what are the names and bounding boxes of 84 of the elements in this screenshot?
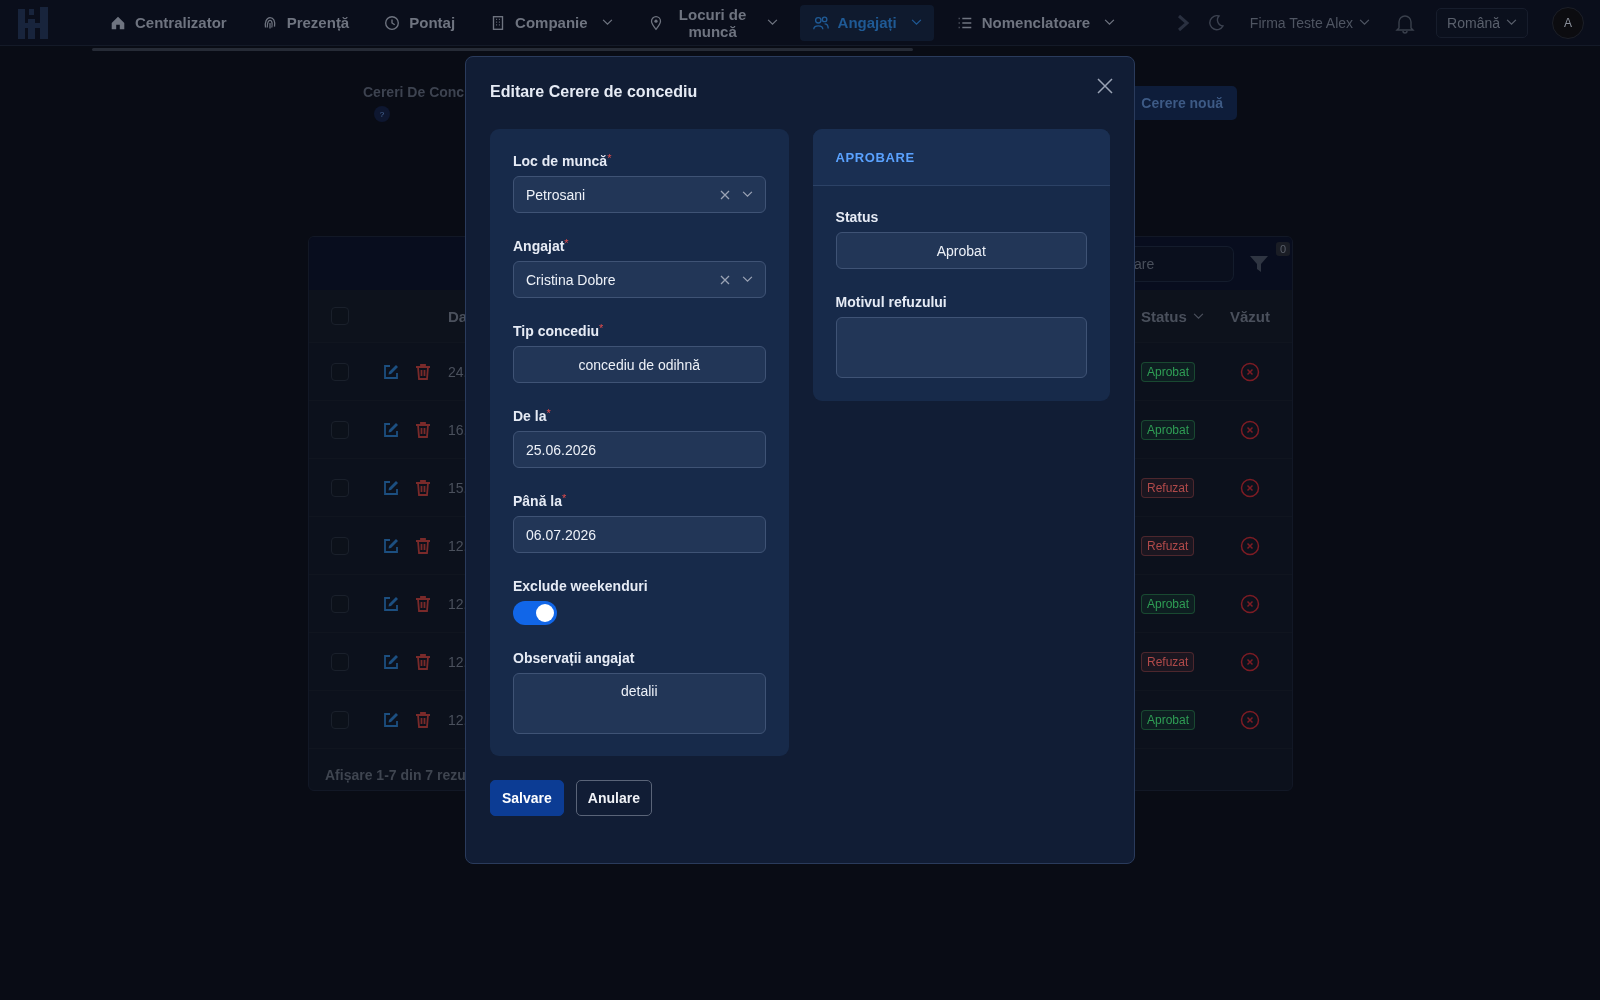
table-cell: 12. (448, 595, 466, 612)
nav-item[interactable]: Companie (477, 4, 625, 41)
select-field[interactable]: Cristina Dobre (513, 261, 766, 298)
trash-icon[interactable] (414, 536, 432, 555)
field-label: Loc de muncă (513, 153, 608, 169)
trash-icon[interactable] (414, 420, 432, 439)
edit-icon[interactable] (382, 362, 400, 381)
textarea-field[interactable]: detalii (513, 673, 766, 734)
dialog-title: Editare Cerere de concediu (490, 83, 698, 101)
save-button[interactable]: Salvare (490, 780, 564, 816)
chevron-right-icon[interactable] (1175, 13, 1190, 32)
table-cell: 15. (448, 479, 466, 496)
trash-icon[interactable] (414, 478, 432, 497)
nav-item[interactable]: Pontaj (371, 4, 468, 41)
nav-item[interactable]: Locuri de muncă (634, 4, 790, 41)
field-label: Status (835, 209, 879, 225)
users-icon (811, 13, 830, 32)
clear-icon[interactable] (719, 274, 730, 285)
trash-icon[interactable] (414, 710, 432, 729)
trash-icon[interactable] (414, 594, 432, 613)
logo-icon[interactable] (18, 6, 49, 39)
caret-icon (1506, 19, 1517, 26)
select-field[interactable]: Petrosani (513, 176, 766, 213)
nav-item[interactable]: Prezență (248, 4, 362, 41)
nav-item[interactable]: Centralizator (97, 4, 239, 41)
status-badge: Refuzat (1141, 535, 1195, 556)
clock-icon (383, 13, 402, 32)
column-header: Văzut (1230, 307, 1270, 325)
help-badge[interactable]: ? (374, 106, 390, 122)
status-badge: Aprobat (1141, 593, 1196, 614)
edit-icon[interactable] (382, 536, 400, 555)
date-field[interactable]: 25.06.2026 (513, 431, 766, 468)
scrollbar[interactable] (92, 48, 913, 51)
table-cell: 12. (448, 653, 466, 670)
edit-icon[interactable] (382, 478, 400, 497)
caret-icon (1359, 19, 1371, 26)
field-label: Până la (513, 493, 563, 509)
status-badge: Aprobat (1141, 419, 1196, 440)
field-label: Observații angajat (513, 650, 635, 666)
toggle-switch[interactable] (513, 601, 557, 625)
required-mark: * (607, 153, 612, 164)
column-header[interactable]: Status (1141, 307, 1187, 325)
trash-icon[interactable] (414, 362, 432, 381)
nav-item[interactable]: Angajați (799, 4, 934, 41)
clear-icon[interactable] (719, 189, 730, 200)
field-label: Angajat (513, 238, 565, 254)
close-icon[interactable] (1097, 78, 1113, 94)
caret-icon[interactable] (741, 276, 753, 283)
table-cell: 16. (448, 421, 466, 438)
status-badge: Refuzat (1141, 477, 1195, 498)
required-mark: * (599, 323, 604, 334)
required-mark: * (562, 493, 567, 504)
language-select[interactable]: Română (1436, 7, 1528, 38)
avatar[interactable]: A (1552, 6, 1584, 39)
table-cell: 12. (448, 711, 466, 728)
date-field[interactable]: 06.07.2026 (513, 516, 766, 553)
required-mark: * (564, 238, 569, 249)
cancel-button[interactable]: Anulare (575, 780, 652, 816)
field-label: De la (513, 408, 547, 424)
status-badge: Aprobat (1141, 361, 1196, 382)
section-heading: APROBARE (835, 149, 915, 165)
select-field[interactable]: Aprobat (835, 232, 1087, 269)
edit-icon[interactable] (382, 594, 400, 613)
edit-icon[interactable] (382, 710, 400, 729)
select-field[interactable]: concediu de odihnă (513, 346, 766, 383)
status-badge: Refuzat (1141, 651, 1195, 672)
textarea-field[interactable] (835, 317, 1087, 378)
trash-icon[interactable] (414, 652, 432, 671)
sort-caret-icon (1192, 312, 1204, 320)
field-label: Motivul refuzului (835, 294, 947, 310)
table-cell: 24. (448, 363, 466, 380)
edit-icon[interactable] (382, 652, 400, 671)
required-mark: * (546, 408, 551, 419)
filter-count: 0 (1275, 242, 1290, 256)
status-badge: Aprobat (1141, 709, 1196, 730)
field-label: Tip concediu (513, 323, 600, 339)
filter-icon[interactable] (1249, 253, 1269, 274)
field-label: Exclude weekenduri (513, 578, 648, 594)
nav-item[interactable]: Nomenclatoare (943, 4, 1128, 41)
company-selector[interactable]: Firma Teste Alex (1249, 14, 1371, 31)
page-title: Cereri De Conc (363, 84, 465, 100)
table-cell: 12. (448, 537, 466, 554)
edit-icon[interactable] (382, 420, 400, 439)
caret-icon[interactable] (741, 191, 753, 198)
